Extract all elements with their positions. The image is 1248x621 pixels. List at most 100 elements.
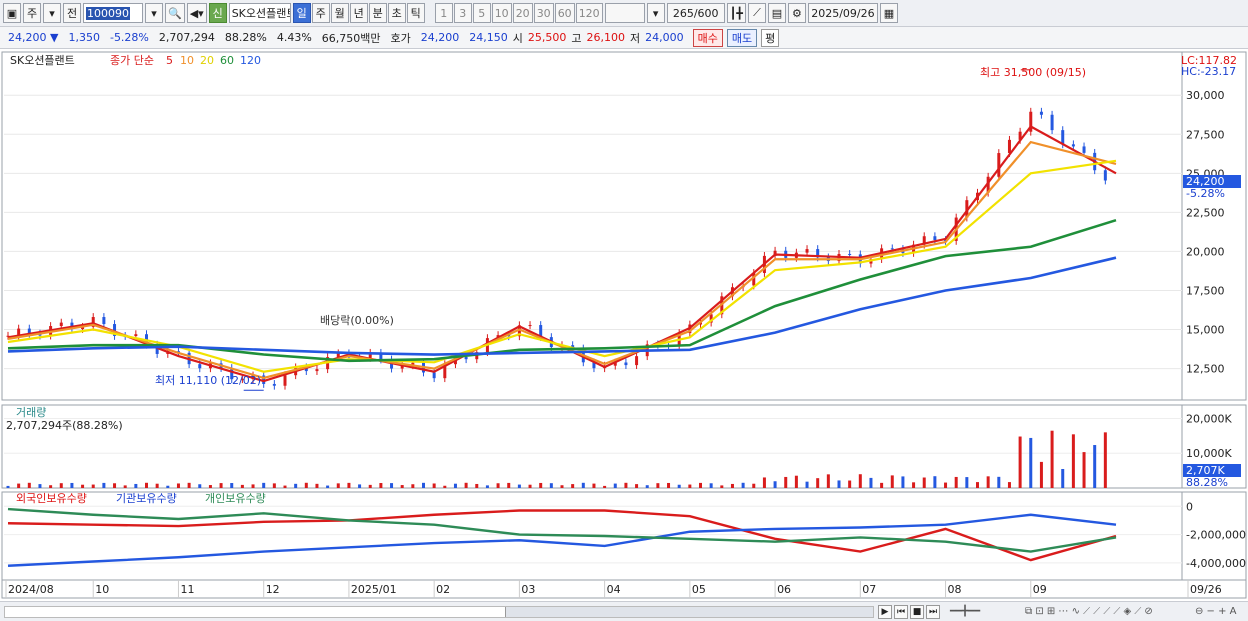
sound-icon[interactable]: ◀▾ (186, 3, 207, 23)
prev-button[interactable]: 전 (63, 3, 81, 23)
tab-interval-120[interactable]: 120 (575, 3, 603, 23)
volume-bar (422, 482, 425, 488)
tab-period-1[interactable]: 주 (311, 3, 330, 23)
volume-bar (507, 482, 511, 488)
code-dropdown-icon[interactable]: ▾ (145, 3, 163, 23)
interval-input[interactable] (604, 3, 645, 23)
price-tick-label: 12,500 (1186, 363, 1225, 376)
amount-value: 66,750백만 (321, 31, 381, 45)
volume-bar (603, 485, 607, 488)
bottom-bar: ▶ ⏮ ■ ⏭ ━━╋━━ ⧉ ⊡ ⊞ ⋯ ∿ ⟋ ⟋ ⟋ ⟋ ◈ ⟋ ⊘ ⊖ … (0, 601, 1248, 621)
volume-title: 거래량 (16, 406, 46, 419)
candle-body (1082, 146, 1086, 153)
candle-body (134, 334, 138, 337)
last-icon[interactable]: ⏭ (926, 605, 940, 619)
stock-chart[interactable]: 30,00027,50025,00022,50020,00017,50015,0… (0, 50, 1248, 601)
ma-label-20: 20 (200, 54, 214, 67)
tab-interval-60[interactable]: 60 (554, 3, 575, 23)
candle-tool-icon[interactable]: ┃╋ (726, 3, 746, 23)
volume-value: 2,707,294 (158, 31, 215, 44)
volume-bar (379, 483, 383, 488)
tab-period-3[interactable]: 년 (349, 3, 368, 23)
tab-period-5[interactable]: 초 (387, 3, 406, 23)
volume-bar (837, 480, 841, 488)
candle-body (890, 248, 894, 250)
volume-bar (102, 482, 106, 488)
tab-interval-1[interactable]: 1 (434, 3, 453, 23)
volume-value-label: 2,707,294주(88.28%) (6, 419, 123, 432)
volume-bar (773, 481, 777, 488)
volume-bar (517, 484, 521, 488)
count-box[interactable]: 265/600 (666, 3, 725, 23)
date-field[interactable]: 2025/09/26 (807, 3, 878, 23)
save-icon[interactable]: ▤ (767, 3, 786, 23)
open-value: 25,500 (527, 31, 567, 44)
zoom-icons[interactable]: ⊖ − + A (1195, 606, 1237, 617)
window-icon[interactable]: ▣ (3, 3, 21, 23)
stock-code-input[interactable]: 100090 (83, 3, 143, 23)
tab-interval-10[interactable]: 10 (491, 3, 512, 23)
volume-bar (869, 477, 873, 488)
ma-label-5: 5 (166, 54, 173, 67)
period-type-select[interactable]: 주 (23, 3, 41, 23)
volume-bar (976, 482, 979, 488)
volume-bar (901, 476, 905, 488)
scroll-thumb[interactable] (505, 607, 873, 617)
tab-period-2[interactable]: 월 (330, 3, 349, 23)
chart-scrollbar[interactable] (4, 606, 874, 618)
dropdown-icon[interactable]: ▾ (43, 3, 61, 23)
calendar-icon[interactable]: ▦ (879, 3, 898, 23)
x-axis-label: 10 (95, 583, 109, 596)
change-value: 1,350 (68, 31, 100, 44)
candle-body (528, 325, 532, 327)
volume-bar (464, 482, 468, 488)
volume-bar (1103, 432, 1107, 488)
volume-bar (6, 485, 10, 488)
volume-bar (283, 485, 287, 488)
volume-bar (315, 483, 319, 488)
buy-button[interactable]: 매수 (692, 28, 723, 47)
volume-panel-frame (1, 404, 1247, 489)
tab-period-0[interactable]: 일 (292, 3, 311, 23)
news-button[interactable]: 신 (208, 3, 227, 23)
price-tick-label: 27,500 (1186, 128, 1225, 141)
tab-period-4[interactable]: 분 (368, 3, 387, 23)
volume-bar (762, 477, 766, 488)
scroll-right-icon[interactable]: ▶ (878, 605, 892, 619)
volume-bar (443, 485, 447, 488)
volume-bar (251, 484, 255, 488)
volume-bar (645, 485, 649, 488)
volume-bar (720, 485, 724, 488)
volume-bar (368, 484, 372, 488)
volume-bar (1029, 437, 1033, 488)
volume-bar (1061, 468, 1065, 488)
draw-tool-icon[interactable]: ⟋ (747, 3, 766, 23)
tool-icons[interactable]: ⧉ ⊡ ⊞ ⋯ ∿ ⟋ ⟋ ⟋ ⟋ ◈ ⟋ ⊘ (1025, 606, 1153, 617)
first-icon[interactable]: ⏮ (894, 605, 908, 619)
zoom-slider-icon[interactable]: ━━╋━━ (950, 606, 980, 617)
volume-bar (730, 483, 734, 488)
volume-bar (1050, 430, 1054, 488)
tab-interval-3[interactable]: 3 (453, 3, 472, 23)
inst-holdings-label: 기관보유수량 (116, 492, 177, 505)
tab-interval-5[interactable]: 5 (472, 3, 491, 23)
settings-icon[interactable]: ⚙ (787, 3, 806, 23)
bid-value: 24,150 (469, 31, 508, 44)
search-icon[interactable]: 🔍 (165, 3, 185, 23)
candle-body (1103, 170, 1107, 181)
volume-bar (176, 483, 180, 488)
interval-dropdown-icon[interactable]: ▾ (646, 3, 665, 23)
sell-button[interactable]: 매도 (726, 28, 758, 47)
stop-icon[interactable]: ■ (910, 605, 924, 619)
tab-period-6[interactable]: 틱 (406, 3, 425, 23)
x-axis-label: 09 (1033, 583, 1047, 596)
volume-bars (6, 430, 1107, 488)
tab-interval-30[interactable]: 30 (533, 3, 554, 23)
tab-interval-20[interactable]: 20 (512, 3, 533, 23)
volume-bar (741, 482, 745, 488)
volume-bar (635, 484, 639, 488)
holdings-tick-label: -4,000,000 (1186, 557, 1246, 570)
volume-bar (1082, 452, 1086, 488)
volume-bar (27, 482, 31, 488)
eval-button[interactable]: 평 (761, 28, 780, 47)
